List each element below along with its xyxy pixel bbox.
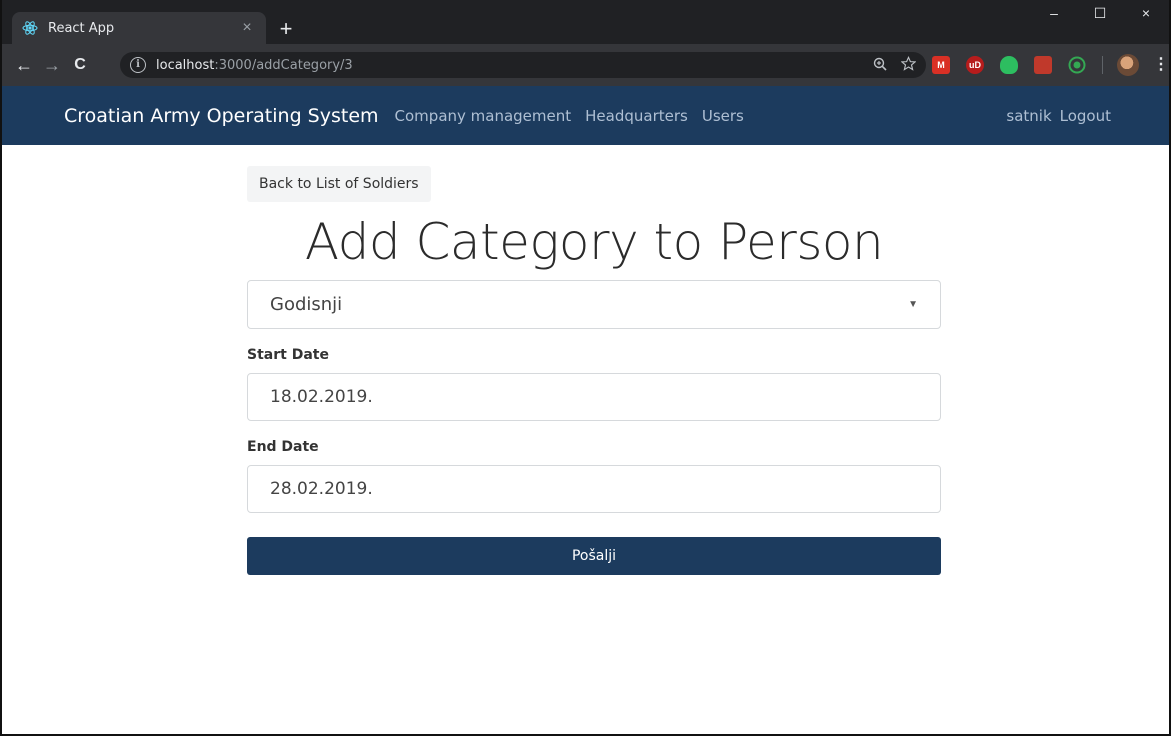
gmail-icon[interactable]: M bbox=[932, 56, 950, 74]
logout-link[interactable]: Logout bbox=[1060, 107, 1111, 125]
info-icon[interactable]: i bbox=[130, 57, 146, 73]
url-path: :3000/addCategory/3 bbox=[214, 57, 353, 73]
zoom-icon[interactable] bbox=[873, 57, 887, 74]
brand-link[interactable]: Croatian Army Operating System bbox=[64, 105, 379, 127]
nav-headquarters[interactable]: Headquarters bbox=[585, 107, 688, 125]
app-navbar: Croatian Army Operating System Company m… bbox=[2, 86, 1169, 145]
browser-window: React App × + – ☐ × ← → C i localhost:30… bbox=[0, 0, 1171, 736]
react-icon bbox=[22, 20, 38, 36]
nav-users[interactable]: Users bbox=[702, 107, 744, 125]
kebab-menu-icon[interactable]: ⋮ bbox=[1151, 54, 1169, 76]
navbar-user-area: satnik Logout bbox=[998, 86, 1111, 145]
main-content: Back to List of Soldiers Add Category to… bbox=[247, 166, 941, 575]
url-host: localhost bbox=[156, 57, 215, 73]
extension-icon[interactable] bbox=[1034, 56, 1052, 74]
nav-company-management[interactable]: Company management bbox=[395, 107, 572, 125]
circle-extension-icon[interactable] bbox=[1068, 56, 1086, 74]
maximize-button[interactable]: ☐ bbox=[1077, 0, 1123, 26]
end-date-input[interactable]: 28.02.2019. bbox=[247, 465, 941, 513]
submit-button[interactable]: Pošalji bbox=[247, 537, 941, 575]
gmail-icon-label: M bbox=[937, 60, 945, 70]
forward-arrow-icon[interactable]: → bbox=[38, 51, 66, 79]
page-title: Add Category to Person bbox=[304, 213, 884, 271]
extensions-bar: M uD ⋮ bbox=[932, 54, 1169, 76]
avatar[interactable] bbox=[1117, 54, 1139, 76]
category-select-value: Godisnji bbox=[270, 294, 343, 315]
start-date-label: Start Date bbox=[247, 347, 329, 363]
nav-user[interactable]: satnik bbox=[1006, 107, 1051, 125]
browser-tab[interactable]: React App × bbox=[12, 12, 266, 44]
url-text: localhost:3000/addCategory/3 bbox=[156, 58, 859, 73]
close-window-button[interactable]: × bbox=[1123, 0, 1169, 26]
address-bar[interactable]: i localhost:3000/addCategory/3 bbox=[120, 52, 926, 78]
category-select[interactable]: Godisnji ▼ bbox=[247, 280, 941, 329]
start-date-input[interactable]: 18.02.2019. bbox=[247, 373, 941, 421]
tab-strip: React App × + – ☐ × bbox=[2, 0, 1169, 44]
tab-title: React App bbox=[48, 20, 115, 36]
reload-icon[interactable]: C bbox=[66, 51, 94, 79]
star-icon[interactable] bbox=[900, 56, 917, 74]
back-arrow-icon[interactable]: ← bbox=[10, 51, 38, 79]
minimize-button[interactable]: – bbox=[1031, 0, 1077, 26]
evernote-icon[interactable] bbox=[1000, 56, 1018, 74]
back-to-soldiers-button[interactable]: Back to List of Soldiers bbox=[247, 166, 431, 202]
new-tab-button[interactable]: + bbox=[274, 18, 298, 42]
tab-close-icon[interactable]: × bbox=[238, 20, 256, 36]
ublock-icon-label: uD bbox=[969, 60, 981, 70]
window-controls: – ☐ × bbox=[1031, 0, 1169, 26]
end-date-label: End Date bbox=[247, 439, 319, 455]
toolbar-separator bbox=[1102, 56, 1103, 74]
chevron-down-icon: ▼ bbox=[908, 299, 918, 310]
browser-toolbar: ← → C i localhost:3000/addCategory/3 M u… bbox=[2, 44, 1169, 86]
ublock-icon[interactable]: uD bbox=[966, 56, 984, 74]
